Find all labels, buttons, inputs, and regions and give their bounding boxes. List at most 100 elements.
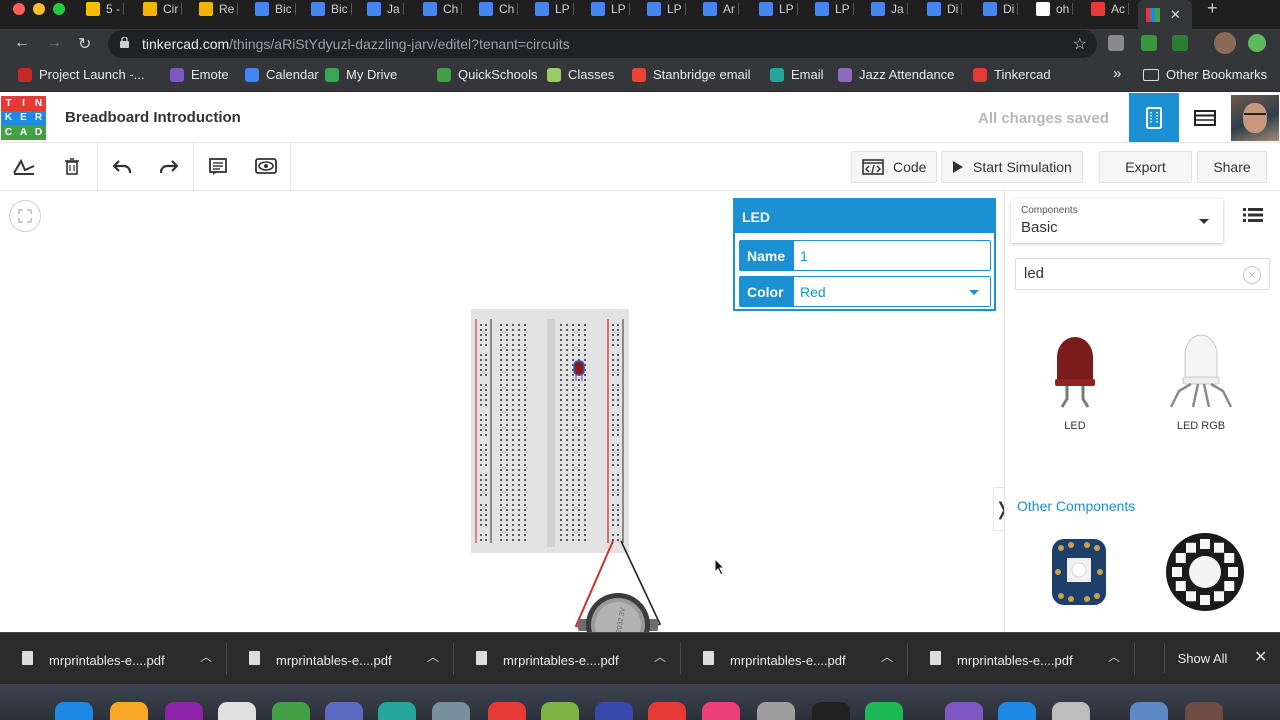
browser-tab[interactable]: LP — [815, 0, 854, 17]
browser-tab[interactable]: LP — [591, 0, 630, 17]
download-item[interactable]: mrprintables-e....pdf ︿ — [227, 633, 454, 685]
circuit-view-button[interactable] — [1129, 93, 1179, 142]
zoom-window-button[interactable] — [53, 3, 65, 15]
download-item[interactable]: mrprintables-e....pdf ︿ — [454, 633, 681, 685]
notes-button[interactable] — [194, 143, 242, 190]
chevron-up-icon[interactable]: ︿ — [427, 648, 439, 665]
dock-app-icon[interactable] — [488, 702, 526, 720]
clear-search-icon[interactable]: ✕ — [1243, 266, 1261, 284]
code-button[interactable]: Code — [851, 151, 938, 183]
chevron-up-icon[interactable]: ︿ — [654, 648, 666, 665]
browser-tab[interactable]: Ar — [703, 0, 739, 17]
export-button[interactable]: Export — [1099, 151, 1192, 183]
bookmark-item[interactable]: Project Launch -... — [18, 67, 145, 82]
neopixel-ring-icon[interactable] — [1165, 532, 1245, 612]
dock-app-icon[interactable] — [757, 702, 795, 720]
browser-tab[interactable]: oh — [1036, 0, 1074, 17]
bookmark-item[interactable]: Emote — [170, 67, 229, 82]
active-tab[interactable]: ✕ — [1138, 0, 1192, 29]
browser-tab[interactable]: Ac — [1091, 0, 1130, 17]
dock-app-icon[interactable] — [1052, 702, 1090, 720]
browser-tab[interactable]: Ja — [367, 0, 404, 17]
fit-view-button[interactable] — [9, 200, 41, 232]
download-item[interactable]: mrprintables-e....pdf ︿ — [908, 633, 1135, 685]
download-item[interactable]: mrprintables-e....pdf ︿ — [0, 633, 227, 685]
dock-app-icon[interactable] — [812, 702, 850, 720]
dock-app-icon[interactable] — [595, 702, 633, 720]
browser-tab[interactable]: Ch — [423, 0, 463, 17]
close-window-button[interactable] — [13, 3, 25, 15]
browser-tab[interactable]: Re — [199, 0, 239, 17]
bookmark-item[interactable]: My Drive — [325, 67, 397, 82]
browser-tab[interactable]: LP — [535, 0, 574, 17]
bookmark-item[interactable]: Classes — [547, 67, 614, 82]
browser-tab[interactable]: Bic — [255, 0, 296, 17]
search-input[interactable] — [1024, 265, 1234, 282]
dock-app-icon[interactable] — [432, 702, 470, 720]
component-led-rgb[interactable]: LED RGB — [1146, 329, 1256, 432]
browser-tab[interactable]: 5 - — [86, 0, 125, 17]
bookmark-item[interactable]: Email — [770, 67, 824, 82]
dock-app-icon[interactable] — [110, 702, 148, 720]
design-title[interactable]: Breadboard Introduction — [65, 109, 241, 126]
components-dropdown[interactable]: Components Basic — [1011, 199, 1223, 243]
bookmark-item[interactable]: Tinkercad — [973, 67, 1051, 82]
rotate-button[interactable] — [0, 143, 48, 190]
dock-app-icon[interactable] — [1185, 702, 1223, 720]
drive-extension-icon[interactable] — [1108, 35, 1124, 51]
tinkercad-logo[interactable]: TINKERCAD — [1, 96, 46, 140]
bookmark-item[interactable]: Jazz Attendance — [838, 67, 954, 82]
delete-button[interactable] — [48, 143, 96, 190]
back-icon[interactable]: ← — [14, 34, 30, 52]
browser-tab[interactable]: Cir — [143, 0, 183, 17]
component-led[interactable]: LED — [1020, 329, 1130, 432]
color-select[interactable]: Red — [794, 277, 990, 306]
breadboard[interactable] — [471, 309, 629, 553]
component-list-view-button[interactable] — [1180, 93, 1230, 142]
notes-visibility-button[interactable] — [242, 143, 290, 190]
cast-extension-icon[interactable] — [1141, 35, 1157, 51]
other-bookmarks-folder[interactable]: Other Bookmarks — [1143, 67, 1267, 82]
update-icon[interactable] — [1248, 34, 1266, 52]
chevron-up-icon[interactable]: ︿ — [1108, 648, 1120, 665]
dock-app-icon[interactable] — [648, 702, 686, 720]
start-simulation-button[interactable]: Start Simulation — [941, 151, 1083, 183]
bookmark-item[interactable]: QuickSchools — [437, 67, 537, 82]
dock-app-icon[interactable] — [165, 702, 203, 720]
browser-tab[interactable]: LP — [647, 0, 686, 17]
dock-app-icon[interactable] — [55, 702, 93, 720]
new-tab-button[interactable]: + — [1207, 0, 1218, 17]
dock-app-icon[interactable] — [945, 702, 983, 720]
close-downloads-icon[interactable]: ✕ — [1254, 647, 1267, 667]
browser-tab[interactable]: Bic — [311, 0, 352, 17]
dock-app-icon[interactable] — [541, 702, 579, 720]
account-avatar[interactable] — [1214, 32, 1236, 54]
share-button[interactable]: Share — [1197, 151, 1267, 183]
name-input[interactable] — [800, 247, 990, 264]
neopixel-board-icon[interactable] — [1051, 538, 1107, 606]
dock-app-icon[interactable] — [325, 702, 363, 720]
browser-tab[interactable]: Ch — [479, 0, 519, 17]
browser-tab[interactable]: Ja — [871, 0, 908, 17]
forward-icon[interactable]: → — [46, 34, 62, 52]
redo-button[interactable] — [145, 143, 193, 190]
browser-tab[interactable]: Di — [927, 0, 963, 17]
close-tab-icon[interactable]: ✕ — [1170, 7, 1181, 23]
excel-extension-icon[interactable] — [1172, 35, 1188, 51]
undo-button[interactable] — [98, 143, 146, 190]
dock-app-icon[interactable] — [702, 702, 740, 720]
dock-app-icon[interactable] — [998, 702, 1036, 720]
minimize-window-button[interactable] — [33, 3, 45, 15]
bookmark-item[interactable]: Stanbridge email — [632, 67, 751, 82]
browser-tab[interactable]: Di — [983, 0, 1019, 17]
dock-app-icon[interactable] — [218, 702, 256, 720]
show-all-downloads-button[interactable]: Show All — [1164, 643, 1240, 673]
dock-app-icon[interactable] — [272, 702, 310, 720]
workplane-canvas[interactable]: CR2032 3V LED Name Color Red ❭ — [0, 191, 1010, 657]
download-item[interactable]: mrprintables-e....pdf ︿ — [681, 633, 908, 685]
chevron-up-icon[interactable]: ︿ — [200, 648, 212, 665]
address-bar[interactable]: tinkercad.com/things/aRiStYdyuzl-dazzlin… — [108, 30, 1097, 58]
bookmark-star-icon[interactable]: ☆ — [1073, 34, 1087, 54]
dock-app-icon[interactable] — [865, 702, 903, 720]
dock-app-icon[interactable] — [378, 702, 416, 720]
